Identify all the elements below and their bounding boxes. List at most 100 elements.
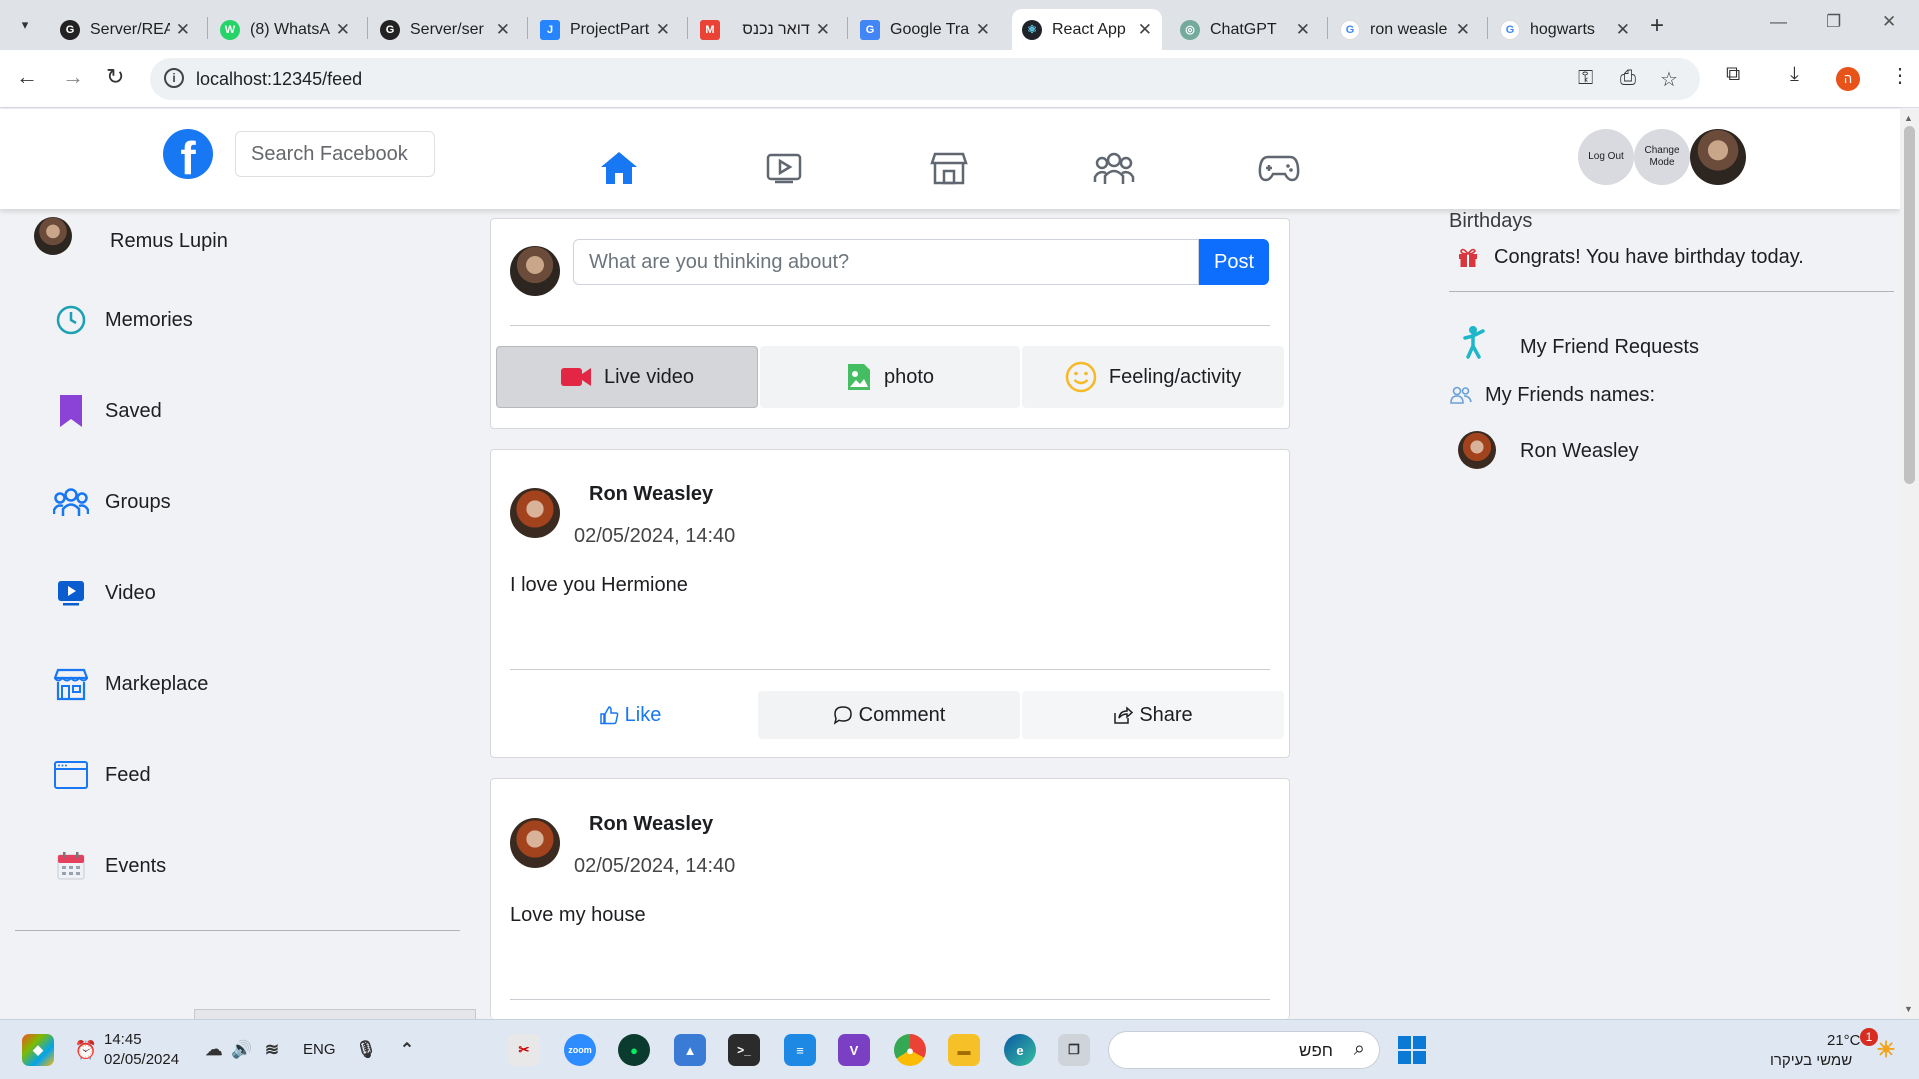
- site-info-icon[interactable]: i: [164, 68, 184, 88]
- share-button[interactable]: Share: [1022, 691, 1284, 739]
- like-button[interactable]: Like: [510, 691, 750, 739]
- page-scrollbar[interactable]: ▲ ▼: [1900, 109, 1919, 1019]
- focus-clock-icon[interactable]: ⏰: [70, 1034, 102, 1066]
- bookmark-star-icon[interactable]: ☆: [1660, 67, 1678, 92]
- search-input[interactable]: [235, 131, 435, 177]
- friend-name[interactable]: Ron Weasley: [1520, 440, 1639, 463]
- logout-button[interactable]: Log Out: [1578, 129, 1634, 185]
- scroll-up-icon[interactable]: ▲: [1904, 113, 1913, 123]
- close-tab-icon[interactable]: ✕: [650, 20, 670, 40]
- close-tab-icon[interactable]: ✕: [1610, 20, 1630, 40]
- groups-icon[interactable]: [1091, 147, 1137, 189]
- marketplace-icon[interactable]: [926, 147, 972, 189]
- volume-icon[interactable]: 🔊: [226, 1034, 258, 1066]
- taskbar-search[interactable]: חפש ⌕: [1108, 1031, 1380, 1069]
- task-view-icon[interactable]: ❐: [1058, 1034, 1090, 1066]
- friend-avatar[interactable]: [1458, 431, 1496, 469]
- close-tab-icon[interactable]: ✕: [970, 20, 990, 40]
- minimize-icon[interactable]: —: [1770, 12, 1787, 32]
- post-text-input[interactable]: [573, 239, 1199, 285]
- browser-tab[interactable]: G hogwarts ✕: [1490, 9, 1640, 50]
- forward-icon[interactable]: →: [62, 64, 84, 90]
- close-tab-icon[interactable]: ✕: [810, 20, 830, 40]
- browser-tab[interactable]: M דואר נכנס ✕: [690, 9, 840, 50]
- comment-button[interactable]: Comment: [758, 691, 1020, 739]
- sidebar-item-feed[interactable]: Feed: [52, 756, 151, 794]
- facebook-logo-icon[interactable]: f: [163, 129, 213, 179]
- photos-icon[interactable]: ▲: [674, 1034, 706, 1066]
- mongodb-icon[interactable]: ●: [618, 1034, 650, 1066]
- live-video-button[interactable]: Live video: [496, 346, 758, 408]
- weather-temp[interactable]: 21°C: [1827, 1032, 1861, 1049]
- friend-requests-link[interactable]: My Friend Requests: [1520, 336, 1699, 359]
- close-tab-icon[interactable]: ✕: [170, 20, 190, 40]
- copilot-icon[interactable]: ◆: [22, 1034, 54, 1066]
- microphone-icon[interactable]: 🎙: [350, 1034, 382, 1066]
- sidebar-item-saved[interactable]: Saved: [52, 392, 162, 430]
- start-icon[interactable]: [1396, 1034, 1428, 1066]
- browser-tab[interactable]: ◎ ChatGPT ✕: [1170, 9, 1320, 50]
- post-author-name[interactable]: Ron Weasley: [589, 483, 713, 506]
- extensions-icon[interactable]: ⧉: [1726, 63, 1740, 86]
- reload-icon[interactable]: ↻: [106, 64, 124, 90]
- sidebar-item-video[interactable]: Video: [52, 574, 156, 612]
- close-tab-icon[interactable]: ✕: [1450, 20, 1470, 40]
- close-tab-icon[interactable]: ✕: [490, 20, 510, 40]
- tab-search-button[interactable]: ▾: [10, 10, 40, 40]
- post-author-avatar[interactable]: [510, 488, 560, 538]
- downloads-icon[interactable]: ⤓: [1790, 63, 1799, 86]
- chrome-menu-icon[interactable]: ⋮: [1890, 63, 1910, 88]
- scroll-down-icon[interactable]: ▼: [1904, 1004, 1913, 1014]
- sidebar-item-events[interactable]: Events: [52, 847, 166, 885]
- install-app-icon[interactable]: ⎙: [1620, 67, 1636, 90]
- taskbar-date[interactable]: 02/05/2024: [104, 1051, 179, 1068]
- address-bar[interactable]: i localhost:12345/feed ⚿ ⎙ ☆: [150, 58, 1700, 100]
- sidebar-item-profile[interactable]: Remus Lupin: [34, 217, 228, 255]
- restore-icon[interactable]: ❐: [1826, 12, 1841, 32]
- edge-icon[interactable]: e: [1004, 1034, 1036, 1066]
- weather-desc[interactable]: שמשי בעיקרו: [1770, 1052, 1852, 1069]
- notepad-icon[interactable]: ≡: [784, 1034, 816, 1066]
- sidebar-item-marketplace[interactable]: Markeplace: [52, 665, 208, 703]
- feeling-activity-button[interactable]: Feeling/activity: [1022, 346, 1284, 408]
- back-icon[interactable]: ←: [16, 64, 38, 90]
- new-tab-icon[interactable]: +: [1650, 12, 1664, 40]
- taskbar-time[interactable]: 14:45: [104, 1031, 142, 1048]
- browser-tab[interactable]: G Server/ser ✕: [370, 9, 520, 50]
- browser-tab[interactable]: W (8) WhatsA ✕: [210, 9, 360, 50]
- wifi-icon[interactable]: ≋: [256, 1034, 288, 1066]
- post-text: I love you Hermione: [510, 574, 688, 596]
- scrollbar-thumb[interactable]: [1904, 126, 1915, 484]
- password-key-icon[interactable]: ⚿: [1578, 67, 1593, 90]
- file-explorer-icon[interactable]: ▬: [948, 1034, 980, 1066]
- post-button[interactable]: Post: [1199, 239, 1269, 285]
- post-author-name[interactable]: Ron Weasley: [589, 813, 713, 836]
- browser-tab[interactable]: G Google Tra ✕: [850, 9, 1000, 50]
- visual-studio-icon[interactable]: V: [838, 1034, 870, 1066]
- close-window-icon[interactable]: ✕: [1882, 12, 1896, 32]
- close-tab-icon[interactable]: ✕: [1290, 20, 1310, 40]
- sidebar-item-groups[interactable]: Groups: [52, 483, 171, 521]
- user-avatar[interactable]: [1690, 129, 1746, 185]
- terminal-icon[interactable]: >_: [728, 1034, 760, 1066]
- language-indicator[interactable]: ENG: [303, 1041, 336, 1058]
- watch-icon[interactable]: [761, 147, 807, 189]
- home-icon[interactable]: [596, 147, 642, 189]
- url-text[interactable]: localhost:12345/feed: [196, 69, 362, 90]
- chevron-up-icon[interactable]: ⌃: [391, 1034, 423, 1066]
- gaming-icon[interactable]: [1256, 147, 1302, 189]
- change-mode-button[interactable]: Change Mode: [1634, 129, 1690, 185]
- profile-avatar-icon[interactable]: ה: [1836, 67, 1860, 91]
- browser-tab[interactable]: J ProjectPart ✕: [530, 9, 680, 50]
- photo-button[interactable]: photo: [760, 346, 1020, 408]
- browser-tab[interactable]: G ron weasle ✕: [1330, 9, 1480, 50]
- browser-tab-active[interactable]: ⚛ React App ✕: [1012, 9, 1162, 50]
- close-tab-icon[interactable]: ✕: [1132, 20, 1152, 40]
- sidebar-item-memories[interactable]: Memories: [52, 301, 193, 339]
- snipping-tool-icon[interactable]: ✂: [508, 1034, 540, 1066]
- chrome-icon[interactable]: ●: [894, 1034, 926, 1066]
- close-tab-icon[interactable]: ✕: [330, 20, 350, 40]
- browser-tab[interactable]: G Server/REA ✕: [50, 9, 200, 50]
- zoom-icon[interactable]: zoom: [564, 1034, 596, 1066]
- post-author-avatar[interactable]: [510, 818, 560, 868]
